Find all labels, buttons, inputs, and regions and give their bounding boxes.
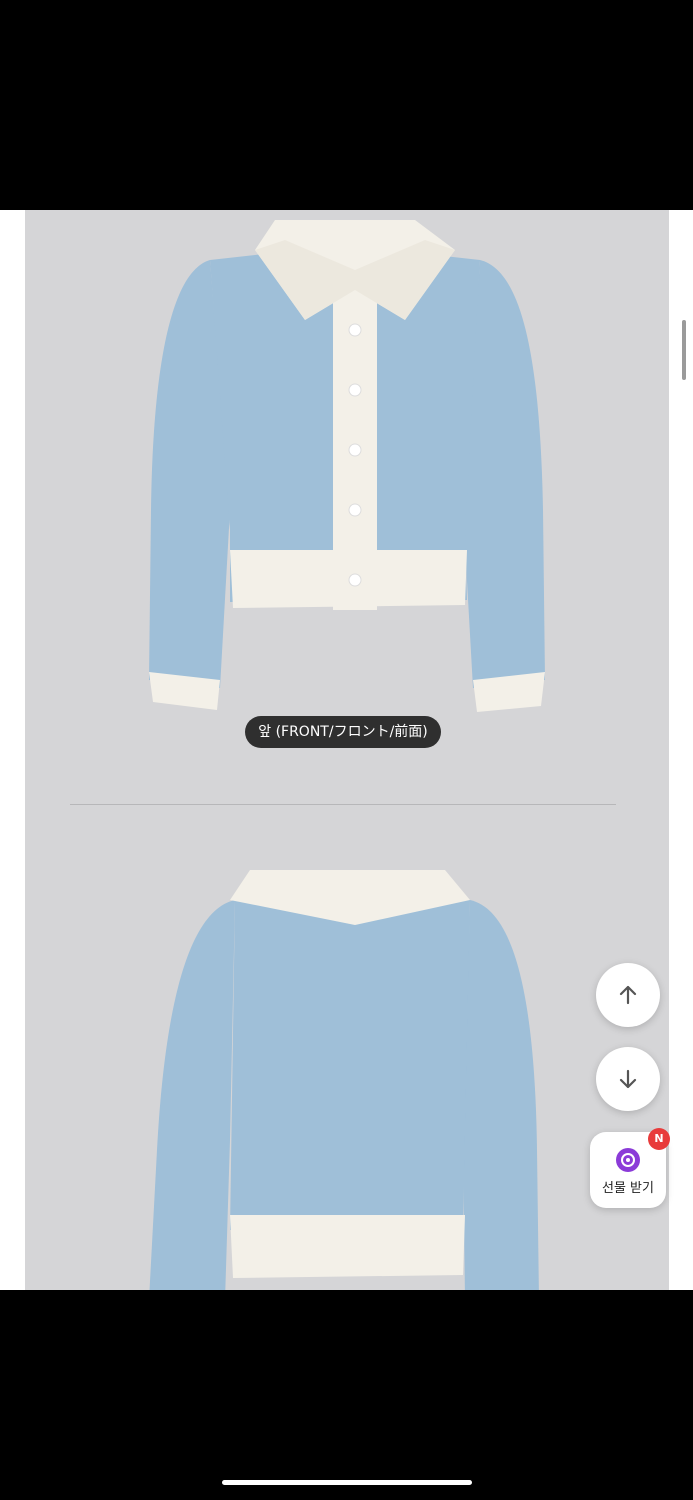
new-badge: N: [648, 1128, 670, 1150]
divider: [70, 804, 616, 805]
home-indicator[interactable]: [222, 1480, 472, 1485]
product-image-back: [149, 870, 539, 1290]
scrollbar[interactable]: [682, 320, 686, 380]
image-caption-front: 앞 (FRONT/フロント/前面): [245, 716, 441, 748]
scroll-bottom-button[interactable]: [596, 1047, 660, 1111]
gift-label: 선물 받기: [602, 1181, 654, 1196]
scroll-top-button[interactable]: [596, 963, 660, 1027]
arrow-down-icon: [619, 1069, 637, 1089]
product-detail-images: [25, 210, 669, 1290]
arrow-up-icon: [619, 985, 637, 1005]
gift-icon: [616, 1148, 640, 1172]
product-image-front: [149, 220, 545, 712]
top-black-bar: [0, 0, 693, 210]
